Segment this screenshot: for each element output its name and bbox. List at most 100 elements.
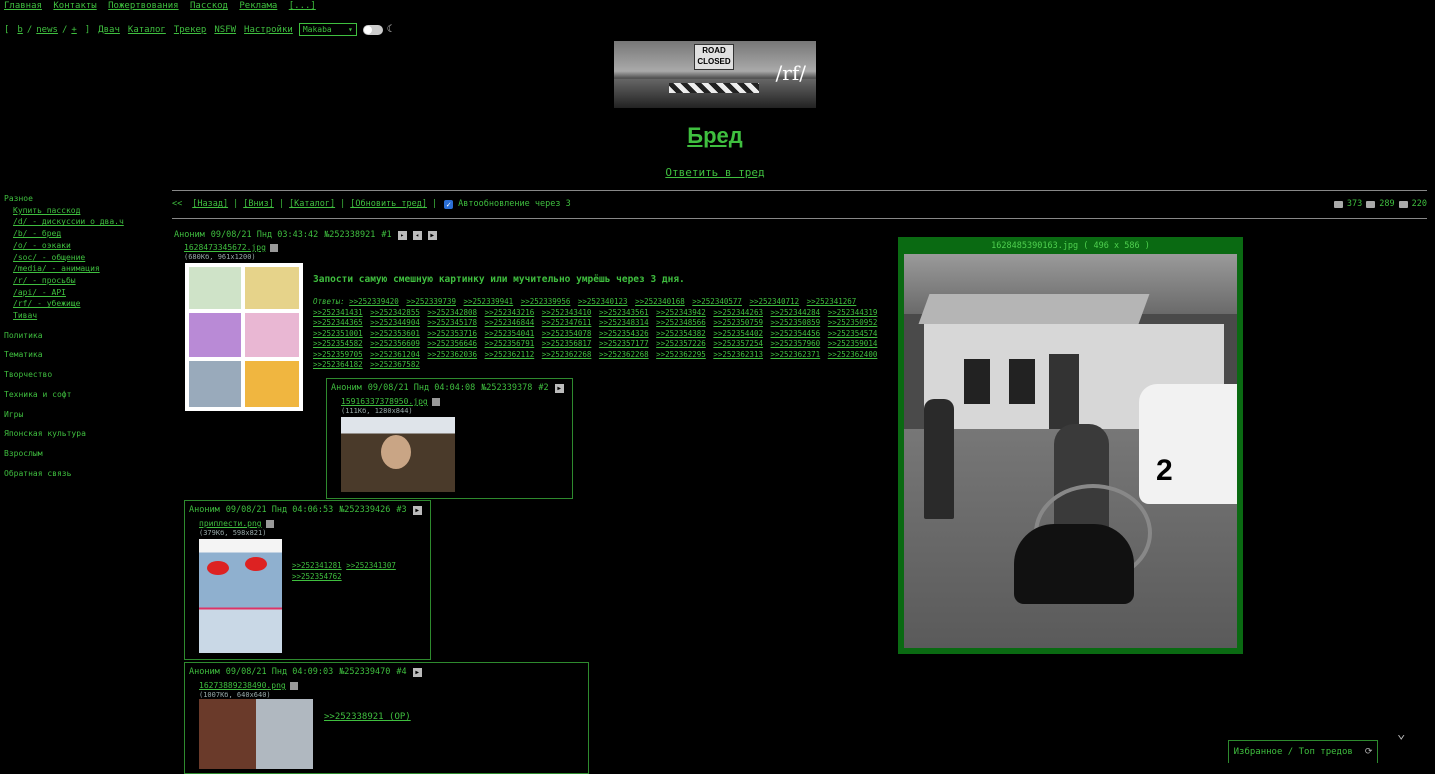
post-number[interactable]: №252339470	[339, 667, 390, 677]
answer-link[interactable]: >>252353716	[427, 329, 477, 338]
answer-link[interactable]: >>252350952	[828, 318, 878, 327]
reply-link[interactable]: >>252341307	[346, 561, 396, 570]
sidebar-item-d[interactable]: /d/ - дискуссии о два.ч	[4, 216, 124, 228]
answer-link[interactable]: >>252354078	[542, 329, 592, 338]
answer-link[interactable]: >>252343216	[485, 308, 535, 317]
answer-link[interactable]: >>252356791	[485, 339, 535, 348]
answer-link[interactable]: >>252362036	[427, 350, 477, 359]
nav-contacts[interactable]: Контакты	[53, 1, 96, 11]
answer-link[interactable]: >>252354382	[656, 329, 706, 338]
op-thumbnail[interactable]	[185, 263, 303, 411]
answer-link[interactable]: >>252346844	[485, 318, 535, 327]
answer-link[interactable]: >>252364182	[313, 360, 363, 369]
nav-refresh-thread[interactable]: [Обновить тред]	[350, 199, 427, 209]
answer-link[interactable]: >>252354582	[313, 339, 363, 348]
answer-link[interactable]: >>252339739	[406, 297, 456, 306]
refresh-icon[interactable]: ⟳	[1365, 747, 1373, 757]
board-link-b[interactable]: b	[17, 25, 22, 35]
answer-link[interactable]: >>252343410	[542, 308, 592, 317]
sidebar-item-soc[interactable]: /soc/ - общение	[4, 252, 124, 264]
answer-link[interactable]: >>252341431	[313, 308, 363, 317]
reply-link[interactable]: >>252354762	[292, 572, 342, 581]
answer-link[interactable]: >>252359705	[313, 350, 363, 359]
board-link-nsfw[interactable]: NSFW	[214, 25, 236, 35]
post-number[interactable]: №252338921	[324, 230, 375, 240]
answer-link[interactable]: >>252348314	[599, 318, 649, 327]
sidebar-item-api[interactable]: /api/ - API	[4, 287, 124, 299]
search-icon[interactable]	[269, 243, 278, 252]
reply-to-thread-link[interactable]: Ответить в тред	[0, 166, 1430, 179]
post-file-name[interactable]: приплести.png	[199, 519, 262, 528]
answer-link[interactable]: >>252344319	[828, 308, 878, 317]
board-link-news[interactable]: news	[36, 25, 58, 35]
answer-link[interactable]: >>252362400	[828, 350, 878, 359]
answer-link[interactable]: >>252362112	[485, 350, 535, 359]
post-thumbnail[interactable]	[199, 699, 313, 769]
answer-link[interactable]: >>252362295	[656, 350, 706, 359]
search-icon[interactable]	[265, 519, 274, 528]
sidebar-item-r[interactable]: /r/ - просьбы	[4, 275, 124, 287]
post-number[interactable]: №252339378	[481, 383, 532, 393]
sidebar-group-adult[interactable]: Взрослым	[4, 448, 124, 460]
search-icon[interactable]	[289, 681, 298, 690]
nav-donations[interactable]: Пожертвования	[108, 1, 178, 11]
post-file-name[interactable]: 15916337378950.jpg	[341, 397, 428, 406]
sidebar-group-games[interactable]: Игры	[4, 409, 124, 421]
sidebar-item-b[interactable]: /b/ - бред	[4, 228, 124, 240]
answer-link[interactable]: >>252353601	[370, 329, 420, 338]
reply-link[interactable]: >>252341281	[292, 561, 342, 570]
board-link-tracker[interactable]: Трекер	[174, 25, 207, 35]
answer-link[interactable]: >>252354402	[713, 329, 763, 338]
post-thumbnail[interactable]	[341, 417, 455, 492]
board-link-plus[interactable]: +	[71, 25, 76, 35]
nav-passcode[interactable]: Пасскод	[190, 1, 228, 11]
answer-link[interactable]: >>252344263	[713, 308, 763, 317]
answer-link[interactable]: >>252343942	[656, 308, 706, 317]
play-button[interactable]: ▶	[412, 505, 422, 515]
answer-link[interactable]: >>252356609	[370, 339, 420, 348]
play-button[interactable]: ▶	[412, 667, 422, 677]
answer-link[interactable]: >>252362313	[713, 350, 763, 359]
style-select[interactable]: Makaba ▾	[298, 23, 357, 36]
favorites-bar[interactable]: Избранное / Топ тредов ⟳	[1228, 740, 1378, 763]
play-button[interactable]: ▶	[554, 383, 564, 393]
sidebar-group-creative[interactable]: Творчество	[4, 369, 124, 381]
answer-link[interactable]: >>252362268	[542, 350, 592, 359]
answer-link[interactable]: >>252343561	[599, 308, 649, 317]
reply-button[interactable]: ▸	[397, 230, 407, 240]
post-file-name[interactable]: 16273889238490.png	[199, 681, 286, 690]
sidebar-group-japan[interactable]: Японская культура	[4, 428, 124, 440]
board-link-dvach[interactable]: Двач	[98, 25, 120, 35]
image-preview-popup[interactable]: 1628485390163.jpg ( 496 x 586 ) 2	[898, 237, 1243, 654]
answer-link[interactable]: >>252357254	[713, 339, 763, 348]
answer-link[interactable]: >>252354041	[485, 329, 535, 338]
answer-link[interactable]: >>252356646	[427, 339, 477, 348]
answer-link[interactable]: >>252357177	[599, 339, 649, 348]
answer-link[interactable]: >>252342855	[370, 308, 420, 317]
answer-link[interactable]: >>252354326	[599, 329, 649, 338]
answer-link[interactable]: >>252344365	[313, 318, 363, 327]
sidebar-item-o[interactable]: /o/ - оэкаки	[4, 240, 124, 252]
answer-link[interactable]: >>252345178	[427, 318, 477, 327]
answer-link[interactable]: >>252351001	[313, 329, 363, 338]
board-link-settings[interactable]: Настройки	[244, 25, 293, 35]
sidebar-group-tech[interactable]: Техника и софт	[4, 389, 124, 401]
scroll-down-chevron-icon[interactable]: ⌄	[1397, 726, 1405, 742]
page-title[interactable]: Бред	[0, 123, 1430, 149]
answer-link[interactable]: >>252350759	[713, 318, 763, 327]
nav-ads[interactable]: Реклама	[239, 1, 277, 11]
answer-link[interactable]: >>252339420	[349, 297, 399, 306]
theme-toggle[interactable]	[362, 24, 383, 35]
post-thumbnail[interactable]	[199, 539, 282, 653]
answer-link[interactable]: >>252340123	[578, 297, 628, 306]
op-file-name[interactable]: 1628473345672.jpg	[184, 243, 266, 252]
answer-link[interactable]: >>252348566	[656, 318, 706, 327]
sidebar-item-rf[interactable]: /rf/ - убежище	[4, 298, 124, 310]
search-icon[interactable]	[431, 397, 440, 406]
nav-catalog[interactable]: [Каталог]	[289, 199, 335, 209]
answer-link[interactable]: >>252357960	[771, 339, 821, 348]
answer-link[interactable]: >>252340577	[692, 297, 742, 306]
sidebar-group-politics[interactable]: Политика	[4, 330, 124, 342]
back-arrows[interactable]: <<	[172, 199, 182, 209]
answer-link[interactable]: >>252339956	[521, 297, 571, 306]
